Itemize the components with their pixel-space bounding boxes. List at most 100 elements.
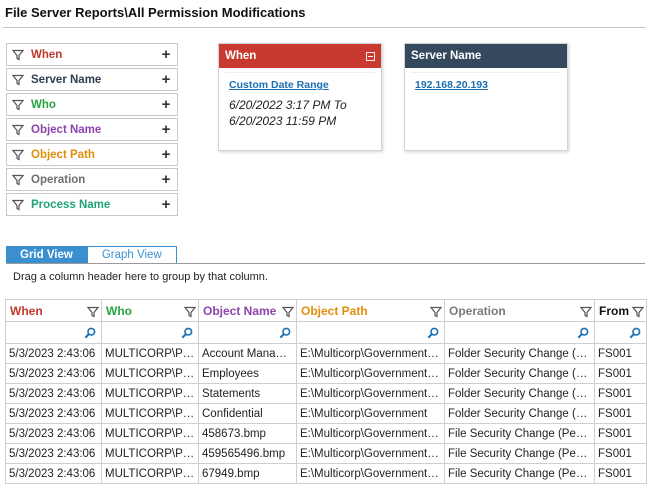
date-range-text: 6/20/2022 3:17 PM To 6/20/2023 11:59 PM <box>229 97 371 129</box>
column-filter-cell[interactable] <box>594 321 647 344</box>
filter-item-operation[interactable]: Operation + <box>6 168 178 191</box>
tab-divider <box>6 263 645 264</box>
column-header-label: From <box>599 303 629 318</box>
column-header-label: When <box>10 303 43 318</box>
add-filter-icon[interactable]: + <box>160 97 172 112</box>
column-header-from[interactable]: From <box>594 299 647 322</box>
table-row[interactable]: 5/3/2023 2:43:06 MULTICORP\Paul 458673.bmp… <box>5 423 647 444</box>
column-header-who[interactable]: Who <box>101 299 199 322</box>
table-row[interactable]: 5/3/2023 2:43:06 MULTICORP\Paul 459565496.… <box>5 443 647 464</box>
search-icon[interactable] <box>577 327 589 339</box>
filter-funnel-icon <box>11 199 25 211</box>
grid-header-row: When Who Object Name Object Path Operation Fr… <box>5 299 647 322</box>
column-filter-icon[interactable] <box>183 306 197 318</box>
search-icon[interactable] <box>84 327 96 339</box>
table-cell: E:\Multicorp\Government\A... <box>296 383 445 404</box>
search-icon[interactable] <box>279 327 291 339</box>
table-cell: 458673.bmp <box>198 423 297 444</box>
collapse-icon[interactable] <box>366 51 375 61</box>
column-filter-cell[interactable] <box>5 321 102 344</box>
add-filter-icon[interactable]: + <box>160 172 172 187</box>
add-filter-icon[interactable]: + <box>160 72 172 87</box>
custom-date-range-link[interactable]: Custom Date Range <box>229 79 371 91</box>
search-icon[interactable] <box>629 327 641 339</box>
table-row[interactable]: 5/3/2023 2:43:06 MULTICORP\Paul Account Ma… <box>5 343 647 364</box>
filter-label: Who <box>31 98 56 111</box>
table-cell: MULTICORP\Paul <box>101 363 199 384</box>
table-cell: MULTICORP\Paul <box>101 443 199 464</box>
table-cell: FS001 <box>594 383 647 404</box>
table-cell: MULTICORP\Paul <box>101 463 199 484</box>
filter-funnel-icon <box>11 174 25 186</box>
filter-item-who[interactable]: Who + <box>6 93 178 116</box>
view-tabs: Grid View Graph View <box>6 246 177 263</box>
when-card-body: Custom Date Range 6/20/2022 3:17 PM To 6… <box>225 72 375 135</box>
filter-label: Server Name <box>31 73 102 86</box>
filter-label: Object Name <box>31 123 102 136</box>
when-card-title: When <box>225 50 257 62</box>
filter-funnel-icon <box>11 74 25 86</box>
filter-item-server-name[interactable]: Server Name + <box>6 68 178 91</box>
table-cell: 5/3/2023 2:43:06 <box>5 343 102 364</box>
table-row[interactable]: 5/3/2023 2:43:06 MULTICORP\Paul Confidenti… <box>5 403 647 424</box>
column-filter-cell[interactable] <box>198 321 297 344</box>
table-cell: Folder Security Change (Per... <box>444 383 595 404</box>
add-filter-icon[interactable]: + <box>160 147 172 162</box>
table-cell: Folder Security Change (Per... <box>444 343 595 364</box>
table-cell: Folder Security Change (Per... <box>444 403 595 424</box>
column-header-label: Object Name <box>203 303 277 318</box>
table-cell: E:\Multicorp\Government\A... <box>296 343 445 364</box>
filter-item-when[interactable]: When + <box>6 43 178 66</box>
server-ip-link[interactable]: 192.168.20.193 <box>415 79 557 91</box>
table-cell: 5/3/2023 2:43:06 <box>5 443 102 464</box>
column-filter-icon[interactable] <box>281 306 295 318</box>
tab-graph-view[interactable]: Graph View <box>86 246 177 263</box>
table-cell: FS001 <box>594 363 647 384</box>
column-filter-icon[interactable] <box>429 306 443 318</box>
table-cell: FS001 <box>594 343 647 364</box>
add-filter-icon[interactable]: + <box>160 122 172 137</box>
column-filter-icon[interactable] <box>579 306 593 318</box>
column-header-label: Operation <box>449 303 506 318</box>
column-header-object-name[interactable]: Object Name <box>198 299 297 322</box>
table-cell: 67949.bmp <box>198 463 297 484</box>
table-cell: E:\Multicorp\Government\C... <box>296 463 445 484</box>
filter-label: Process Name <box>31 198 111 211</box>
filter-funnel-icon <box>11 99 25 111</box>
table-cell: MULTICORP\Paul <box>101 343 199 364</box>
column-filter-icon[interactable] <box>86 306 100 318</box>
filter-item-object-path[interactable]: Object Path + <box>6 143 178 166</box>
filter-label: Operation <box>31 173 86 186</box>
table-cell: File Security Change (Permis... <box>444 463 595 484</box>
table-row[interactable]: 5/3/2023 2:43:06 MULTICORP\Paul Statements… <box>5 383 647 404</box>
page-title: File Server Reports\All Permission Modif… <box>5 5 306 20</box>
table-cell: FS001 <box>594 403 647 424</box>
table-row[interactable]: 5/3/2023 2:43:06 MULTICORP\Paul Employees E… <box>5 363 647 384</box>
column-filter-icon[interactable] <box>631 306 645 318</box>
filter-item-object-name[interactable]: Object Name + <box>6 118 178 141</box>
table-cell: 5/3/2023 2:43:06 <box>5 463 102 484</box>
table-cell: Folder Security Change (Per... <box>444 363 595 384</box>
column-filter-cell[interactable] <box>101 321 199 344</box>
filter-label: When <box>31 48 63 61</box>
column-filter-cell[interactable] <box>296 321 445 344</box>
column-header-object-path[interactable]: Object Path <box>296 299 445 322</box>
table-cell: Confidential <box>198 403 297 424</box>
table-cell: E:\Multicorp\Government\A... <box>296 363 445 384</box>
add-filter-icon[interactable]: + <box>160 197 172 212</box>
filter-item-process-name[interactable]: Process Name + <box>6 193 178 216</box>
table-row[interactable]: 5/3/2023 2:43:06 MULTICORP\Paul 67949.bmp E… <box>5 463 647 484</box>
add-filter-icon[interactable]: + <box>160 47 172 62</box>
table-cell: 5/3/2023 2:43:06 <box>5 403 102 424</box>
search-icon[interactable] <box>181 327 193 339</box>
server-card-header: Server Name <box>405 44 567 68</box>
column-header-operation[interactable]: Operation <box>444 299 595 322</box>
tab-grid-view[interactable]: Grid View <box>6 246 87 263</box>
search-icon[interactable] <box>427 327 439 339</box>
table-cell: MULTICORP\Paul <box>101 383 199 404</box>
column-filter-cell[interactable] <box>444 321 595 344</box>
table-cell: E:\Multicorp\Government\C... <box>296 423 445 444</box>
table-cell: 459565496.bmp <box>198 443 297 464</box>
table-cell: FS001 <box>594 443 647 464</box>
column-header-when[interactable]: When <box>5 299 102 322</box>
